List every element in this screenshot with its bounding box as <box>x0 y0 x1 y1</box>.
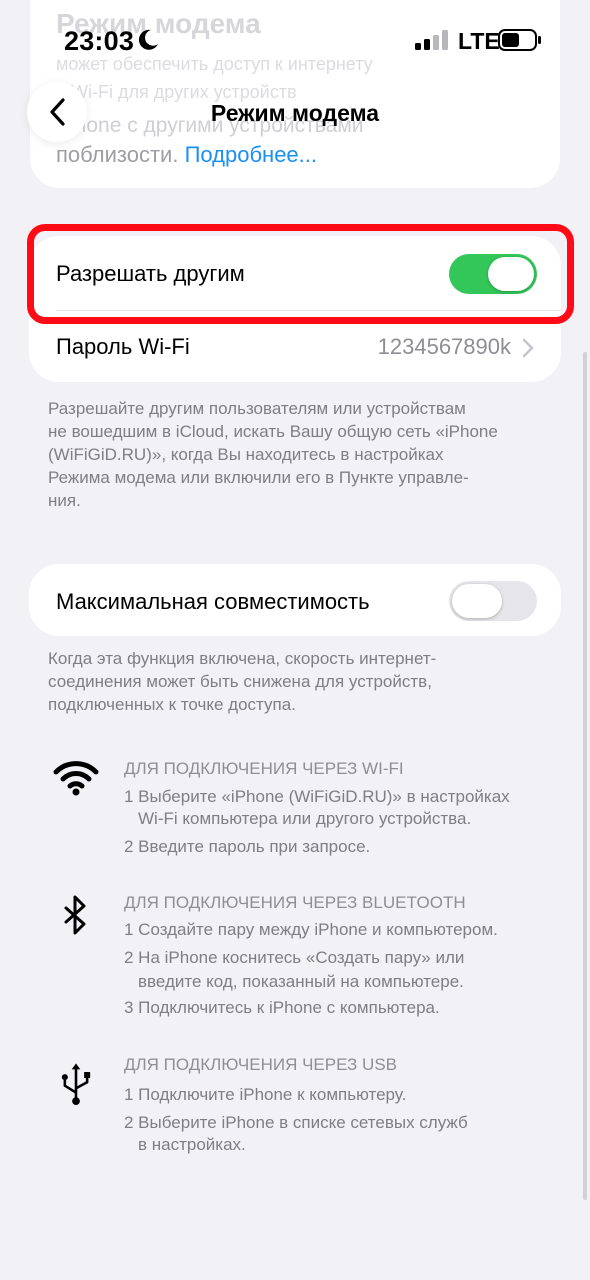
chevron-right-icon <box>522 338 534 358</box>
bluetooth-section-heading: ДЛЯ ПОДКЛЮЧЕНИЯ ЧЕРЕЗ BLUETOOTH <box>124 893 466 912</box>
max-compatibility-label: Максимальная совместимость <box>56 589 370 614</box>
footnote-line: ния. <box>48 491 81 510</box>
footnote-line: Режима модема или включили его в Пункте … <box>48 468 469 487</box>
moon-icon <box>138 29 158 50</box>
network-type: LTE <box>458 28 500 54</box>
status-time: 23:03 <box>64 26 135 56</box>
max-compatibility-card: Максимальная совместимость <box>29 564 561 636</box>
learn-more-link[interactable]: Подробнее... <box>185 142 317 167</box>
allow-others-footnote: Разрешайте другим пользователям или устр… <box>48 397 548 512</box>
bluetooth-step: 2 На iPhone коснитесь «Создать пару» или <box>124 948 465 967</box>
footnote-line: Разрешайте другим пользователям или устр… <box>48 399 466 418</box>
usb-step: в настройках. <box>138 1135 246 1154</box>
footnote-line: соединения может быть снижена для устрой… <box>48 672 432 691</box>
max-compatibility-toggle[interactable] <box>449 581 537 621</box>
status-bar: 23:03 LTE <box>0 0 590 80</box>
usb-section-heading: ДЛЯ ПОДКЛЮЧЕНИЯ ЧЕРЕЗ USB <box>124 1055 398 1074</box>
wifi-icon <box>53 761 99 796</box>
usb-icon <box>61 1063 91 1105</box>
bluetooth-step: 3 Подключитесь к iPhone с компьютера. <box>124 998 440 1017</box>
compatibility-footnote: Когда эта функция включена, скорость инт… <box>48 647 548 716</box>
bluetooth-step: введите код, показанный на компьютере. <box>138 972 464 991</box>
wifi-section-heading: ДЛЯ ПОДКЛЮЧЕНИЯ ЧЕРЕЗ WI-FI <box>124 759 404 778</box>
max-compatibility-row[interactable]: Максимальная совместимость <box>29 564 561 636</box>
scrollbar[interactable] <box>583 352 587 1200</box>
wifi-step: Wi-Fi компьютера или другого устройства. <box>138 809 472 828</box>
bluetooth-icon <box>64 895 86 935</box>
bluetooth-step: 1 Создайте пару между iPhone и компьютер… <box>124 920 498 939</box>
signal-icon <box>415 30 448 50</box>
battery-icon <box>498 29 541 51</box>
footnote-line: подключенных к точке доступа. <box>48 695 296 714</box>
page-title: Режим модема <box>210 100 380 126</box>
wifi-step: 2 Введите пароль при запросе. <box>124 837 371 856</box>
highlight-frame <box>27 224 574 324</box>
wifi-password-label: Пароль Wi-Fi <box>56 334 190 359</box>
footnote-line: не вошедшим в iCloud, искать Вашу общую … <box>48 422 498 441</box>
wifi-password-value: 1234567890k <box>377 334 511 359</box>
ghost-text: поблизости. <box>56 142 179 167</box>
footnote-line: Когда эта функция включена, скорость инт… <box>48 649 437 668</box>
footnote-line: (WiFiGiD.RU)», когда Вы находитесь в нас… <box>48 445 444 464</box>
usb-step: 1 Подключите iPhone к компьютеру. <box>124 1085 407 1104</box>
ghost-description: поблизости. Подробнее... <box>56 142 317 168</box>
